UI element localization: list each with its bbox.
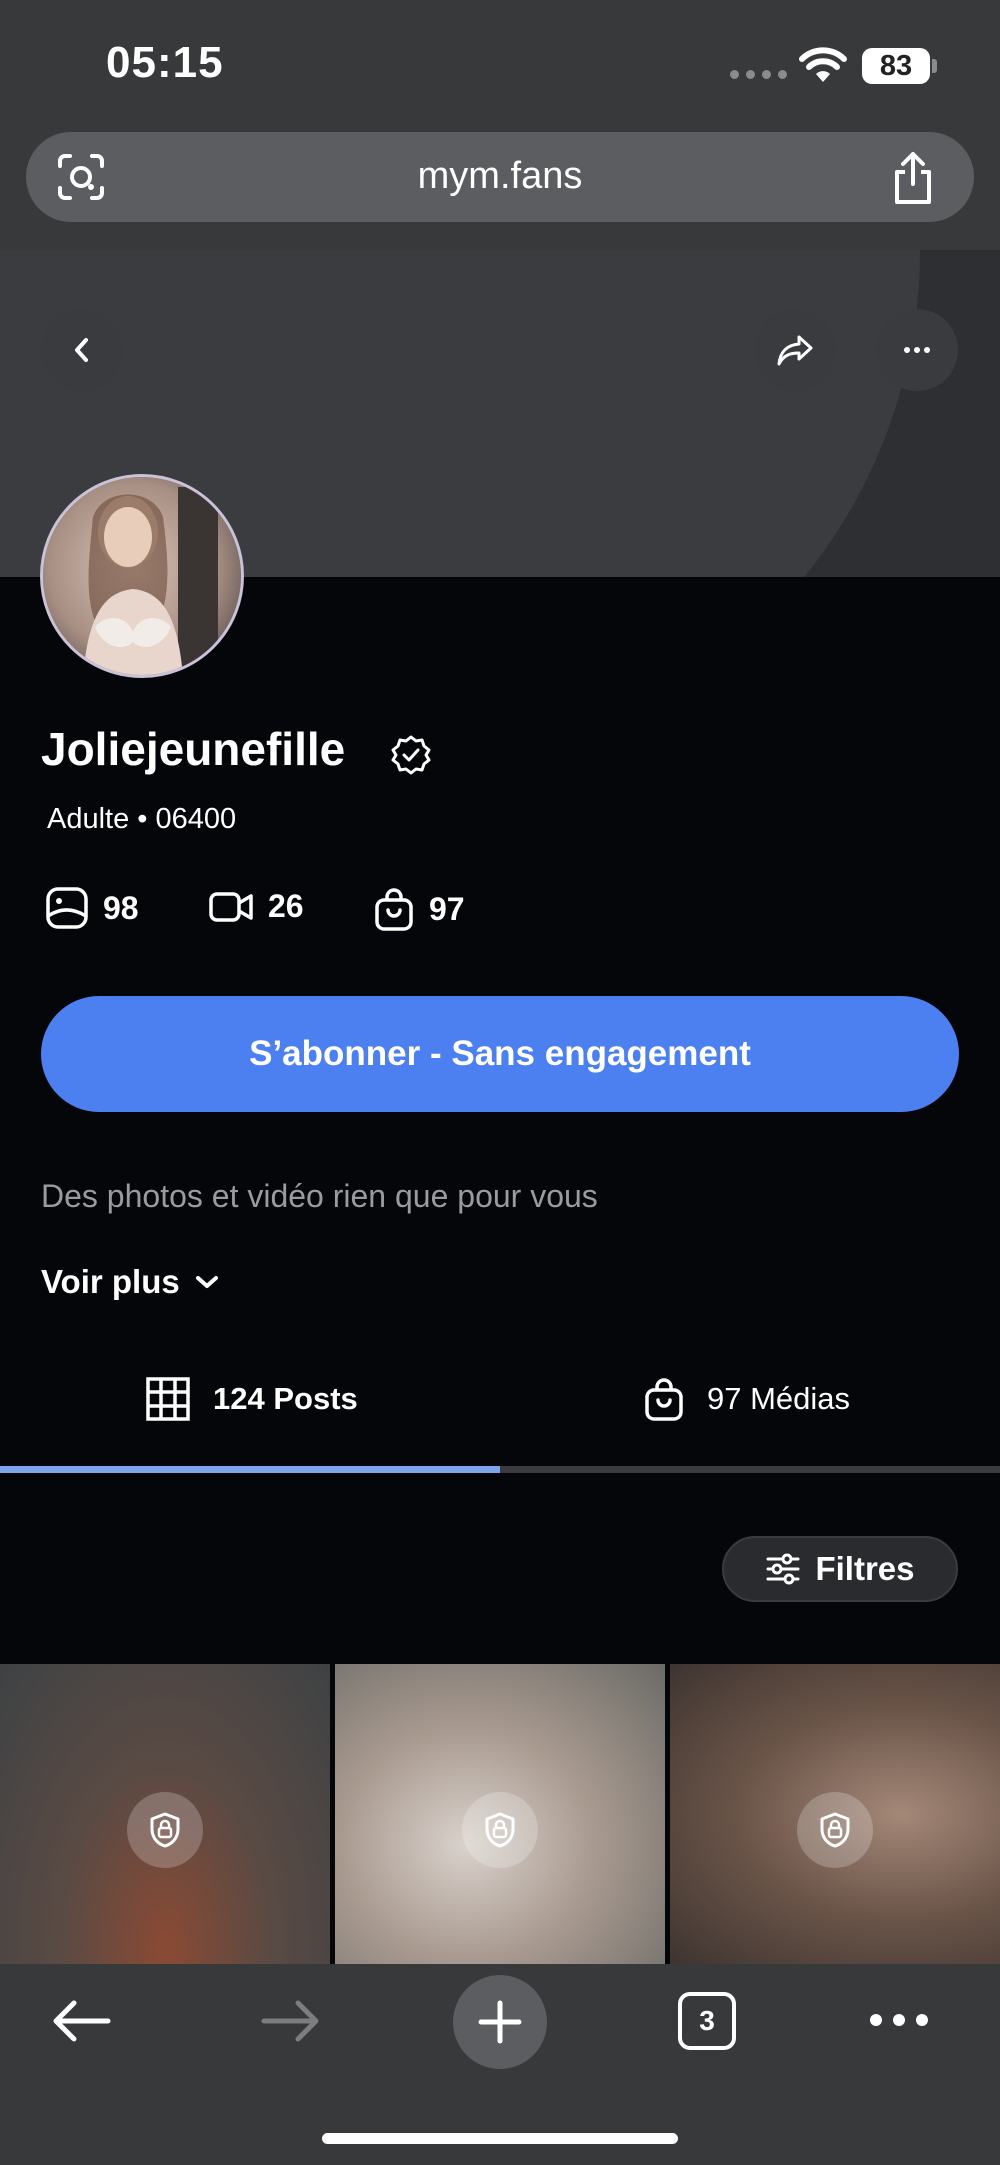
share-icon[interactable] xyxy=(890,150,936,206)
shopping-bag-icon xyxy=(645,1378,683,1421)
post-thumbnail[interactable] xyxy=(670,1664,1000,1964)
shield-lock-icon xyxy=(797,1792,873,1868)
profile-subline: Adulte • 06400 xyxy=(47,803,237,835)
wifi-icon xyxy=(799,47,847,82)
share-profile-button[interactable] xyxy=(754,309,836,391)
stat-videos: 26 xyxy=(208,886,304,926)
ellipsis-icon xyxy=(904,347,930,353)
subscribe-button[interactable]: S’abonner - Sans engagement xyxy=(41,996,959,1112)
visual-search-icon[interactable] xyxy=(56,152,106,202)
new-tab-button[interactable] xyxy=(453,1975,547,2069)
arrow-right-icon xyxy=(261,2000,319,2042)
filters-button[interactable]: Filtres xyxy=(722,1536,958,1602)
verified-badge-icon xyxy=(391,735,431,775)
stat-purchases: 97 xyxy=(373,886,465,932)
status-time: 05:15 xyxy=(106,38,224,87)
tab-medias-label: 97 Médias xyxy=(707,1381,851,1416)
avatar-image xyxy=(43,477,241,675)
address-text[interactable]: mym.fans xyxy=(0,155,1000,198)
more-options-button[interactable] xyxy=(876,309,958,391)
stat-videos-count: 26 xyxy=(268,887,304,924)
more-menu-icon[interactable] xyxy=(868,2012,930,2028)
profile-name: Joliejeunefille xyxy=(41,723,346,775)
signal-icon xyxy=(730,70,787,79)
stat-purchases-count: 97 xyxy=(429,890,465,927)
filters-label: Filtres xyxy=(815,1550,915,1587)
image-icon xyxy=(46,887,88,929)
grid-icon xyxy=(146,1377,190,1421)
back-button[interactable] xyxy=(41,309,123,391)
plus-icon xyxy=(478,2000,522,2044)
shield-lock-icon xyxy=(127,1792,203,1868)
battery-icon: 83 xyxy=(862,48,930,84)
chevron-down-icon xyxy=(195,1276,218,1288)
arrow-left-icon[interactable] xyxy=(50,1998,112,2044)
tab-active-indicator xyxy=(0,1466,500,1473)
tabs-button[interactable]: 3 xyxy=(678,1992,736,2050)
tab-posts-label: 124 Posts xyxy=(213,1381,358,1416)
see-more-button[interactable]: Voir plus xyxy=(41,1263,220,1301)
forward-share-icon xyxy=(777,335,813,366)
home-indicator[interactable] xyxy=(322,2133,678,2144)
sliders-icon xyxy=(766,1553,800,1585)
chevron-left-icon xyxy=(75,338,88,362)
see-more-label: Voir plus xyxy=(41,1263,180,1300)
shopping-bag-icon xyxy=(375,888,413,931)
video-camera-icon xyxy=(209,892,253,922)
stat-photos-count: 98 xyxy=(103,889,139,926)
shield-lock-icon xyxy=(462,1792,538,1868)
tab-medias[interactable]: 97 Médias xyxy=(643,1376,850,1422)
post-thumbnail[interactable] xyxy=(335,1664,665,1964)
avatar[interactable] xyxy=(40,474,244,678)
tab-posts[interactable]: 124 Posts xyxy=(145,1376,358,1422)
profile-bio: Des photos et vidéo rien que pour vous xyxy=(41,1178,598,1214)
post-thumbnail[interactable] xyxy=(0,1664,330,1964)
battery-tip xyxy=(932,59,937,73)
stat-photos: 98 xyxy=(45,886,139,930)
